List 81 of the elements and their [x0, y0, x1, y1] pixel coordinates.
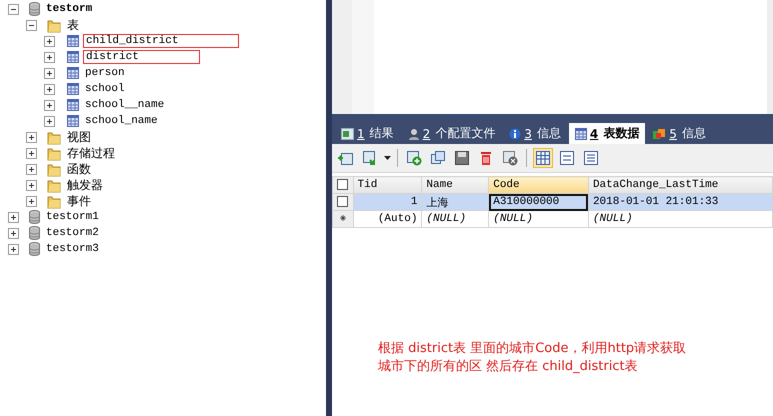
- tree-item[interactable]: testorm: [44, 3, 94, 15]
- table-cell: A310000000: [488, 194, 588, 210]
- table-icon: [67, 115, 79, 127]
- save-icon[interactable]: [452, 148, 472, 168]
- table-cell: (NULL): [488, 210, 588, 228]
- expand-icon[interactable]: [26, 148, 37, 158]
- folder-icon: [47, 194, 61, 208]
- new-row-icon: [340, 215, 346, 221]
- info-icon: [509, 128, 522, 140]
- result-tab[interactable]: 5 信息: [647, 123, 712, 144]
- expand-icon[interactable]: [44, 68, 55, 78]
- folder-icon: [47, 162, 61, 176]
- table-icon: [67, 51, 79, 63]
- table-cell: (NULL): [422, 210, 489, 228]
- tree-item[interactable]: testorm2: [44, 227, 101, 239]
- tree-item[interactable]: 触发器: [65, 176, 105, 194]
- result-tab[interactable]: 4 表数据: [568, 123, 646, 144]
- table-icon: [67, 99, 79, 111]
- table-icon: [574, 128, 587, 140]
- row-checkbox[interactable]: [337, 196, 348, 207]
- form-view-icon[interactable]: [557, 148, 577, 168]
- annotation-note: 根据 district表 里面的城市Code，利用http请求获取 城市下的所有的区 然后存在 child_district表: [378, 340, 688, 376]
- folder-icon: [47, 146, 61, 160]
- collapse-icon[interactable]: [26, 20, 37, 30]
- database-icon: [29, 210, 40, 224]
- expand-icon[interactable]: [44, 84, 55, 94]
- tree-item[interactable]: 视图: [65, 128, 93, 146]
- column-header[interactable]: Name: [422, 176, 489, 194]
- person-icon: [408, 128, 420, 140]
- expand-icon[interactable]: [44, 36, 55, 46]
- expand-icon[interactable]: [26, 164, 37, 174]
- tree-item[interactable]: child_district: [83, 34, 240, 48]
- result-tab[interactable]: 1 结果: [335, 123, 400, 144]
- folder-icon: [47, 178, 61, 192]
- expand-icon[interactable]: [26, 132, 37, 142]
- tree-item[interactable]: district: [83, 50, 200, 64]
- table-icon: [67, 67, 79, 79]
- column-header[interactable]: DataChange_LastTime: [588, 176, 772, 194]
- database-icon: [29, 226, 40, 240]
- grid-view-icon[interactable]: [533, 148, 553, 168]
- expand-icon[interactable]: [26, 196, 37, 206]
- tree-item[interactable]: 事件: [65, 192, 93, 210]
- cancel-changes-icon[interactable]: [500, 148, 520, 168]
- table-cell: 2018-01-01 21:01:33: [588, 194, 772, 210]
- tree-item[interactable]: school__name: [83, 99, 166, 111]
- cubes-icon: [653, 128, 666, 140]
- table-cell: 1: [353, 194, 422, 210]
- column-header[interactable]: Tid: [353, 176, 422, 194]
- tree-item[interactable]: 存储过程: [65, 144, 117, 162]
- expand-icon[interactable]: [44, 100, 55, 110]
- tree-item[interactable]: 表: [65, 16, 81, 34]
- expand-icon[interactable]: [8, 228, 19, 238]
- folder-icon: [47, 18, 61, 32]
- expand-icon[interactable]: [44, 116, 55, 126]
- table-cell: 上海: [422, 194, 489, 210]
- dropdown-arrow-icon[interactable]: [384, 156, 391, 160]
- table-cell: (Auto): [353, 210, 422, 228]
- database-icon: [29, 2, 40, 16]
- add-row-icon[interactable]: [404, 148, 424, 168]
- tree-item[interactable]: person: [83, 67, 127, 79]
- text-view-icon[interactable]: [581, 148, 601, 168]
- result-tab[interactable]: 2 个配置文件: [402, 123, 502, 144]
- expand-icon[interactable]: [8, 244, 19, 254]
- table-icon: [67, 83, 79, 95]
- grid-icon: [341, 128, 354, 140]
- folder-icon: [47, 130, 61, 144]
- tree-item[interactable]: testorm1: [44, 211, 101, 223]
- select-all-checkbox[interactable]: [337, 178, 348, 190]
- collapse-icon[interactable]: [8, 4, 19, 14]
- database-icon: [29, 242, 40, 256]
- tree-item[interactable]: school_name: [83, 115, 160, 127]
- tree-item[interactable]: school: [83, 83, 127, 95]
- expand-icon[interactable]: [26, 180, 37, 190]
- tree-item[interactable]: 函数: [65, 160, 93, 178]
- tree-item[interactable]: testorm3: [44, 243, 101, 255]
- result-tab[interactable]: 3 信息: [503, 123, 567, 144]
- table-icon: [67, 35, 79, 47]
- expand-icon[interactable]: [8, 212, 19, 222]
- column-header[interactable]: Code: [488, 176, 588, 194]
- table-cell: (NULL): [588, 210, 772, 228]
- expand-icon[interactable]: [44, 52, 55, 62]
